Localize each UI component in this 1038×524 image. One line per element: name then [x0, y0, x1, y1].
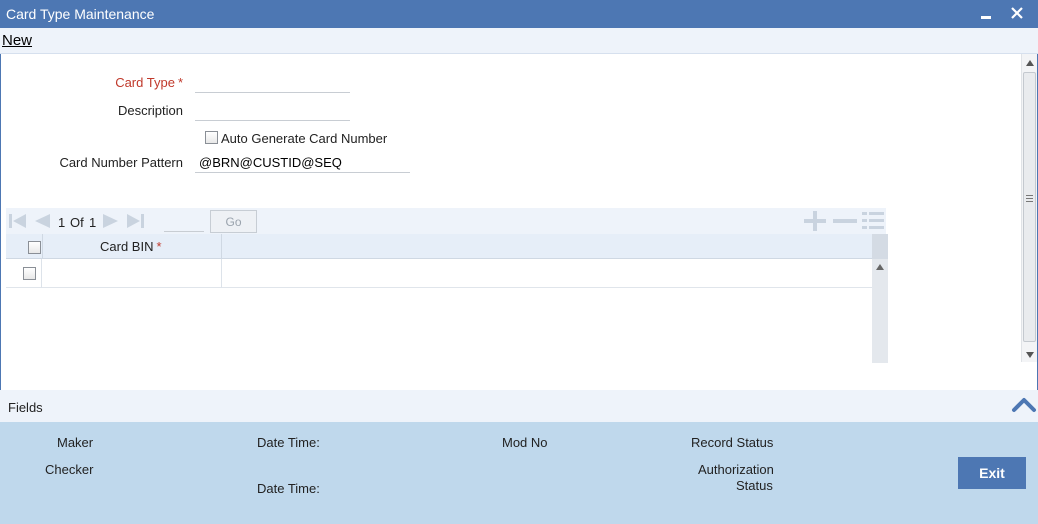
page-scroll-down-icon[interactable]: [1026, 352, 1034, 358]
total-pages: 1: [89, 215, 97, 230]
previous-page-icon[interactable]: [32, 212, 52, 230]
row-select-checkbox[interactable]: [23, 267, 36, 280]
description-label: Description: [117, 103, 183, 118]
page-scroll-up-icon[interactable]: [1026, 60, 1034, 66]
card-type-label-text: Card Type: [115, 75, 175, 90]
page-scrollbar[interactable]: [1021, 54, 1037, 362]
column-separator: [41, 259, 42, 288]
card-number-pattern-input[interactable]: [195, 153, 410, 173]
chevron-up-icon[interactable]: [1011, 392, 1037, 416]
grip-icon: [1026, 195, 1033, 202]
current-page: 1: [58, 215, 66, 230]
maker-date-time-label: Date Time:: [257, 435, 320, 450]
next-page-icon[interactable]: [101, 212, 121, 230]
select-all-checkbox[interactable]: [28, 241, 41, 254]
column-separator: [221, 259, 222, 288]
window-title: Card Type Maintenance: [6, 6, 155, 22]
grid-toolbar: 1 Of 1 Go: [6, 208, 886, 234]
exit-button[interactable]: Exit: [958, 457, 1026, 489]
page-scroll-thumb[interactable]: [1023, 72, 1036, 342]
auto-generate-checkbox[interactable]: [205, 131, 218, 144]
add-row-icon[interactable]: [802, 211, 828, 231]
page-number-input[interactable]: [164, 212, 204, 232]
maker-label: Maker: [57, 435, 94, 450]
column-separator: [42, 234, 43, 259]
main-toolbar: New: [0, 28, 1038, 54]
card-type-label: Card Type *: [3, 75, 183, 90]
first-page-icon[interactable]: [8, 212, 28, 230]
column-header-card-bin[interactable]: Card BIN *: [100, 239, 162, 254]
delete-row-icon[interactable]: [832, 211, 858, 231]
column-separator: [221, 234, 222, 259]
close-icon[interactable]: [1007, 2, 1027, 24]
page-of-label: Of: [70, 215, 84, 230]
new-button[interactable]: New: [2, 32, 32, 49]
grid-scrollbar[interactable]: [872, 234, 888, 363]
checker-label: Checker: [45, 462, 94, 477]
auto-generate-label: Auto Generate Card Number: [221, 131, 388, 146]
card-bin-input[interactable]: [46, 262, 216, 282]
fields-label[interactable]: Fields: [8, 400, 43, 415]
record-status-label: Record Status: [691, 435, 774, 450]
card-number-pattern-label: Card Number Pattern: [59, 155, 183, 170]
authorization-status-label-line2: Status: [736, 478, 773, 493]
required-marker: *: [156, 239, 162, 254]
scroll-up-icon[interactable]: [876, 264, 884, 270]
window-titlebar: Card Type Maintenance: [0, 0, 1038, 28]
authorization-status-label-line1: Authorization: [698, 462, 774, 477]
last-page-icon[interactable]: [125, 212, 145, 230]
card-bin-header-text: Card BIN: [100, 239, 154, 254]
fields-bar: Fields: [0, 390, 1038, 422]
checker-date-time-label: Date Time:: [257, 481, 320, 496]
single-record-view-icon[interactable]: [860, 211, 886, 231]
required-marker: *: [177, 75, 183, 90]
card-type-input[interactable]: [195, 73, 350, 93]
table-row[interactable]: [6, 259, 872, 288]
mod-no-label: Mod No: [502, 435, 548, 450]
grid-header: Card BIN *: [6, 234, 872, 259]
description-input[interactable]: [195, 101, 350, 121]
audit-panel: Maker Checker Date Time: Date Time: Mod …: [0, 422, 1038, 524]
minimize-icon[interactable]: [976, 2, 996, 24]
grid-body: [6, 259, 872, 363]
go-button[interactable]: Go: [210, 210, 257, 233]
grid-scrollbar-header-cap: [872, 234, 888, 259]
